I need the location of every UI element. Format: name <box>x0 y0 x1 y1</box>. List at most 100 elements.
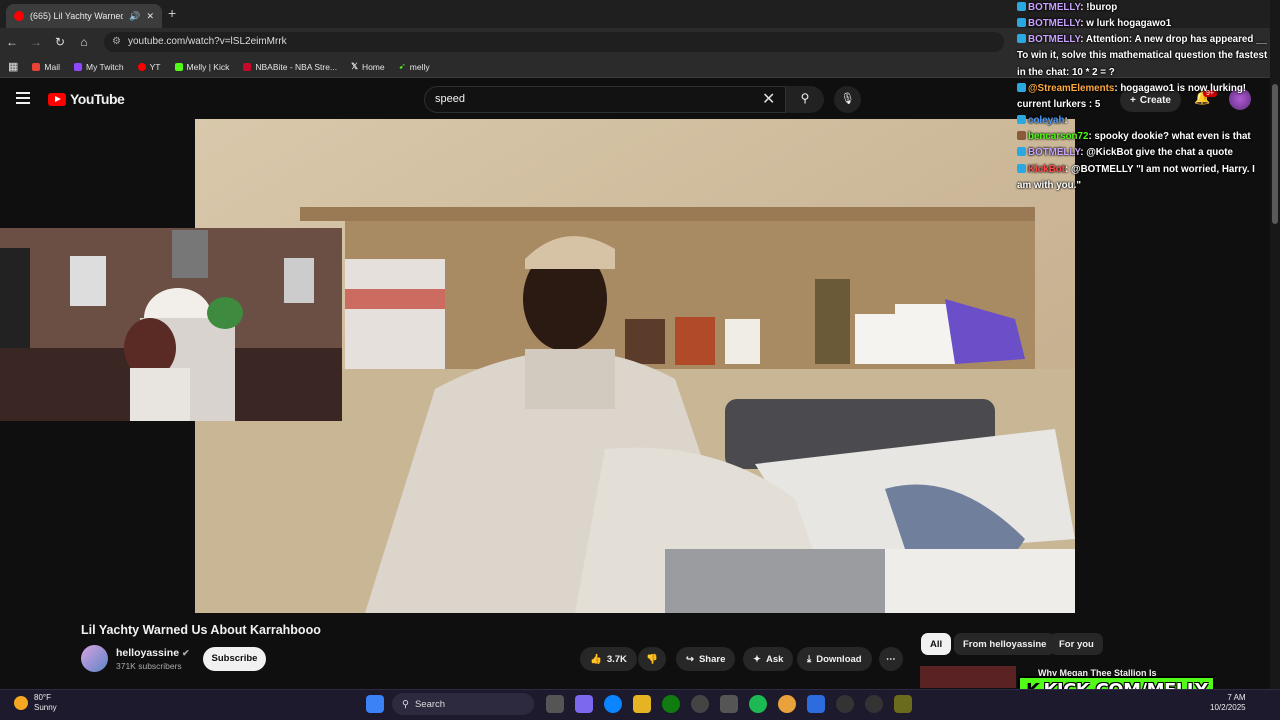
system-clock[interactable]: 7 AM 10/2/2025 <box>1210 693 1246 714</box>
more-icon: ⋯ <box>886 653 896 665</box>
dislike-button[interactable]: 👎 <box>638 647 666 671</box>
webcam-image <box>0 228 342 421</box>
browser-tab[interactable]: (665) Lil Yachty Warned Us 🔊 ✕ <box>6 4 162 28</box>
share-icon: ↪ <box>686 653 694 665</box>
subscribe-button[interactable]: Subscribe <box>203 647 266 671</box>
chat-message: coleyah: <box>1015 113 1270 129</box>
ask-button[interactable]: ✦ Ask <box>743 647 794 671</box>
badge-icon <box>1017 2 1026 11</box>
close-tab-icon[interactable]: ✕ <box>146 11 154 22</box>
kick-icon <box>174 62 183 71</box>
bookmark-mail[interactable]: Mail <box>32 62 60 72</box>
tab-title: (665) Lil Yachty Warned Us <box>30 11 124 21</box>
scrollbar-thumb[interactable] <box>1272 84 1278 224</box>
bookmark-nbabite[interactable]: NBABite - NBA Stre... <box>243 62 337 72</box>
bookmark-melly-kick[interactable]: Melly | Kick <box>174 62 229 72</box>
sun-icon <box>14 696 28 710</box>
search-icon: ⚲ <box>402 698 409 710</box>
scrollbar[interactable] <box>1270 0 1280 720</box>
badge-icon <box>1017 163 1026 173</box>
xbox-icon[interactable] <box>662 695 680 713</box>
speaker-icon[interactable]: 🔊 <box>129 11 140 22</box>
more-actions-button[interactable]: ⋯ <box>879 647 903 671</box>
temperature: 80°F <box>34 693 51 702</box>
address-bar[interactable]: ⚙ youtube.com/watch?v=lSL2eimMrrk <box>104 32 1004 52</box>
youtube-play-icon <box>48 92 66 106</box>
badge-icon <box>1017 18 1026 28</box>
chip-from-channel[interactable]: From helloyassine <box>954 633 1056 655</box>
badge-icon <box>1017 82 1026 92</box>
media-player-icon[interactable] <box>836 695 854 713</box>
nba-icon <box>243 62 252 71</box>
voice-search-icon[interactable]: 🎙 <box>834 86 861 113</box>
like-button[interactable]: 👍 3.7K <box>580 647 637 671</box>
chat-message: bencarson72: spooky dookie? what even is… <box>1015 129 1270 145</box>
recommendation-thumbnail[interactable] <box>920 666 1016 688</box>
home-icon[interactable]: ⌂ <box>72 35 96 49</box>
store-icon[interactable] <box>720 695 738 713</box>
chat-message: BOTMELLY: !burop <box>1015 0 1270 16</box>
back-icon[interactable]: ← <box>0 35 24 49</box>
x-icon: 𝕏 <box>351 61 358 71</box>
edge-icon[interactable] <box>604 695 622 713</box>
bookmark-home[interactable]: 𝕏 Home <box>351 61 385 72</box>
bookmark-my-twitch[interactable]: My Twitch <box>74 62 124 72</box>
apps-grid-icon[interactable]: ▦ <box>8 60 18 73</box>
share-button[interactable]: ↪ Share <box>676 647 736 671</box>
chip-all[interactable]: All <box>921 633 952 655</box>
bookmark-yt[interactable]: YT <box>137 62 161 72</box>
youtube-icon <box>137 62 146 71</box>
reload-icon[interactable]: ↻ <box>48 35 72 49</box>
mail-icon <box>32 62 41 71</box>
sparkle-icon: ✦ <box>753 653 761 665</box>
copilot-icon[interactable] <box>575 695 593 713</box>
forward-icon[interactable]: → <box>24 35 48 49</box>
chat-message: BOTMELLY: w lurk hogagawo1 <box>1015 16 1270 32</box>
site-info-icon[interactable]: ⚙ <box>112 36 121 47</box>
bookmark-melly[interactable]: ➹ melly <box>399 61 430 72</box>
chrome-icon[interactable] <box>778 695 796 713</box>
badge-icon <box>1017 147 1026 157</box>
weather-condition: Sunny <box>34 703 57 712</box>
thumbs-up-icon: 👍 <box>590 653 602 665</box>
kick-icon: ➹ <box>398 61 406 71</box>
badge-icon <box>1017 115 1026 125</box>
subscriber-count: 371K subscribers <box>116 661 182 671</box>
download-icon: ⤓ <box>807 653 812 665</box>
task-view-icon[interactable] <box>546 695 564 713</box>
webcam-overlay <box>0 228 342 421</box>
chat-message: BOTMELLY: @KickBot give the chat a quote <box>1015 145 1270 161</box>
search-input[interactable]: speed <box>424 86 786 113</box>
thumbs-down-icon: 👎 <box>646 653 658 665</box>
video-title: Lil Yachty Warned Us About Karrahbooo <box>81 623 321 637</box>
chat-overlay: BOTMELLY: !burop BOTMELLY: w lurk hogaga… <box>1015 0 1270 194</box>
new-tab-button[interactable]: + <box>168 5 176 21</box>
obs-icon[interactable] <box>865 695 883 713</box>
search-button[interactable]: ⚲ <box>786 86 824 113</box>
verified-icon: ✔ <box>181 648 190 658</box>
file-explorer-icon[interactable] <box>633 695 651 713</box>
clear-search-icon[interactable]: ✕ <box>762 89 775 109</box>
taskbar-search[interactable]: ⚲ Search <box>392 693 534 715</box>
start-icon[interactable] <box>366 695 384 713</box>
youtube-logo[interactable]: YouTube <box>48 91 125 107</box>
download-button[interactable]: ⤓ Download <box>797 647 872 671</box>
channel-avatar[interactable] <box>81 645 108 672</box>
chat-message: @StreamElements: hogagawo1 is now lurkin… <box>1017 82 1247 110</box>
steam-icon[interactable] <box>691 695 709 713</box>
badge-icon <box>1017 34 1026 44</box>
app-icon[interactable] <box>894 695 912 713</box>
search-icon: ⚲ <box>800 91 810 105</box>
badge-icon <box>1017 131 1026 141</box>
chip-for-you[interactable]: For you <box>1050 633 1103 655</box>
spotify-icon[interactable] <box>749 695 767 713</box>
youtube-favicon-icon <box>14 11 24 21</box>
photos-icon[interactable] <box>807 695 825 713</box>
url-text: youtube.com/watch?v=lSL2eimMrrk <box>128 36 287 47</box>
weather-widget[interactable]: 80°F Sunny <box>14 693 57 713</box>
chat-message: BOTMELLY: Attention: A new drop has appe… <box>1017 34 1268 78</box>
chat-message: KickBot: @BOTMELLY "I am not worried, Ha… <box>1017 163 1255 191</box>
menu-icon[interactable] <box>16 92 30 107</box>
twitch-icon <box>74 62 82 71</box>
channel-name[interactable]: helloyassine ✔ <box>116 647 190 659</box>
